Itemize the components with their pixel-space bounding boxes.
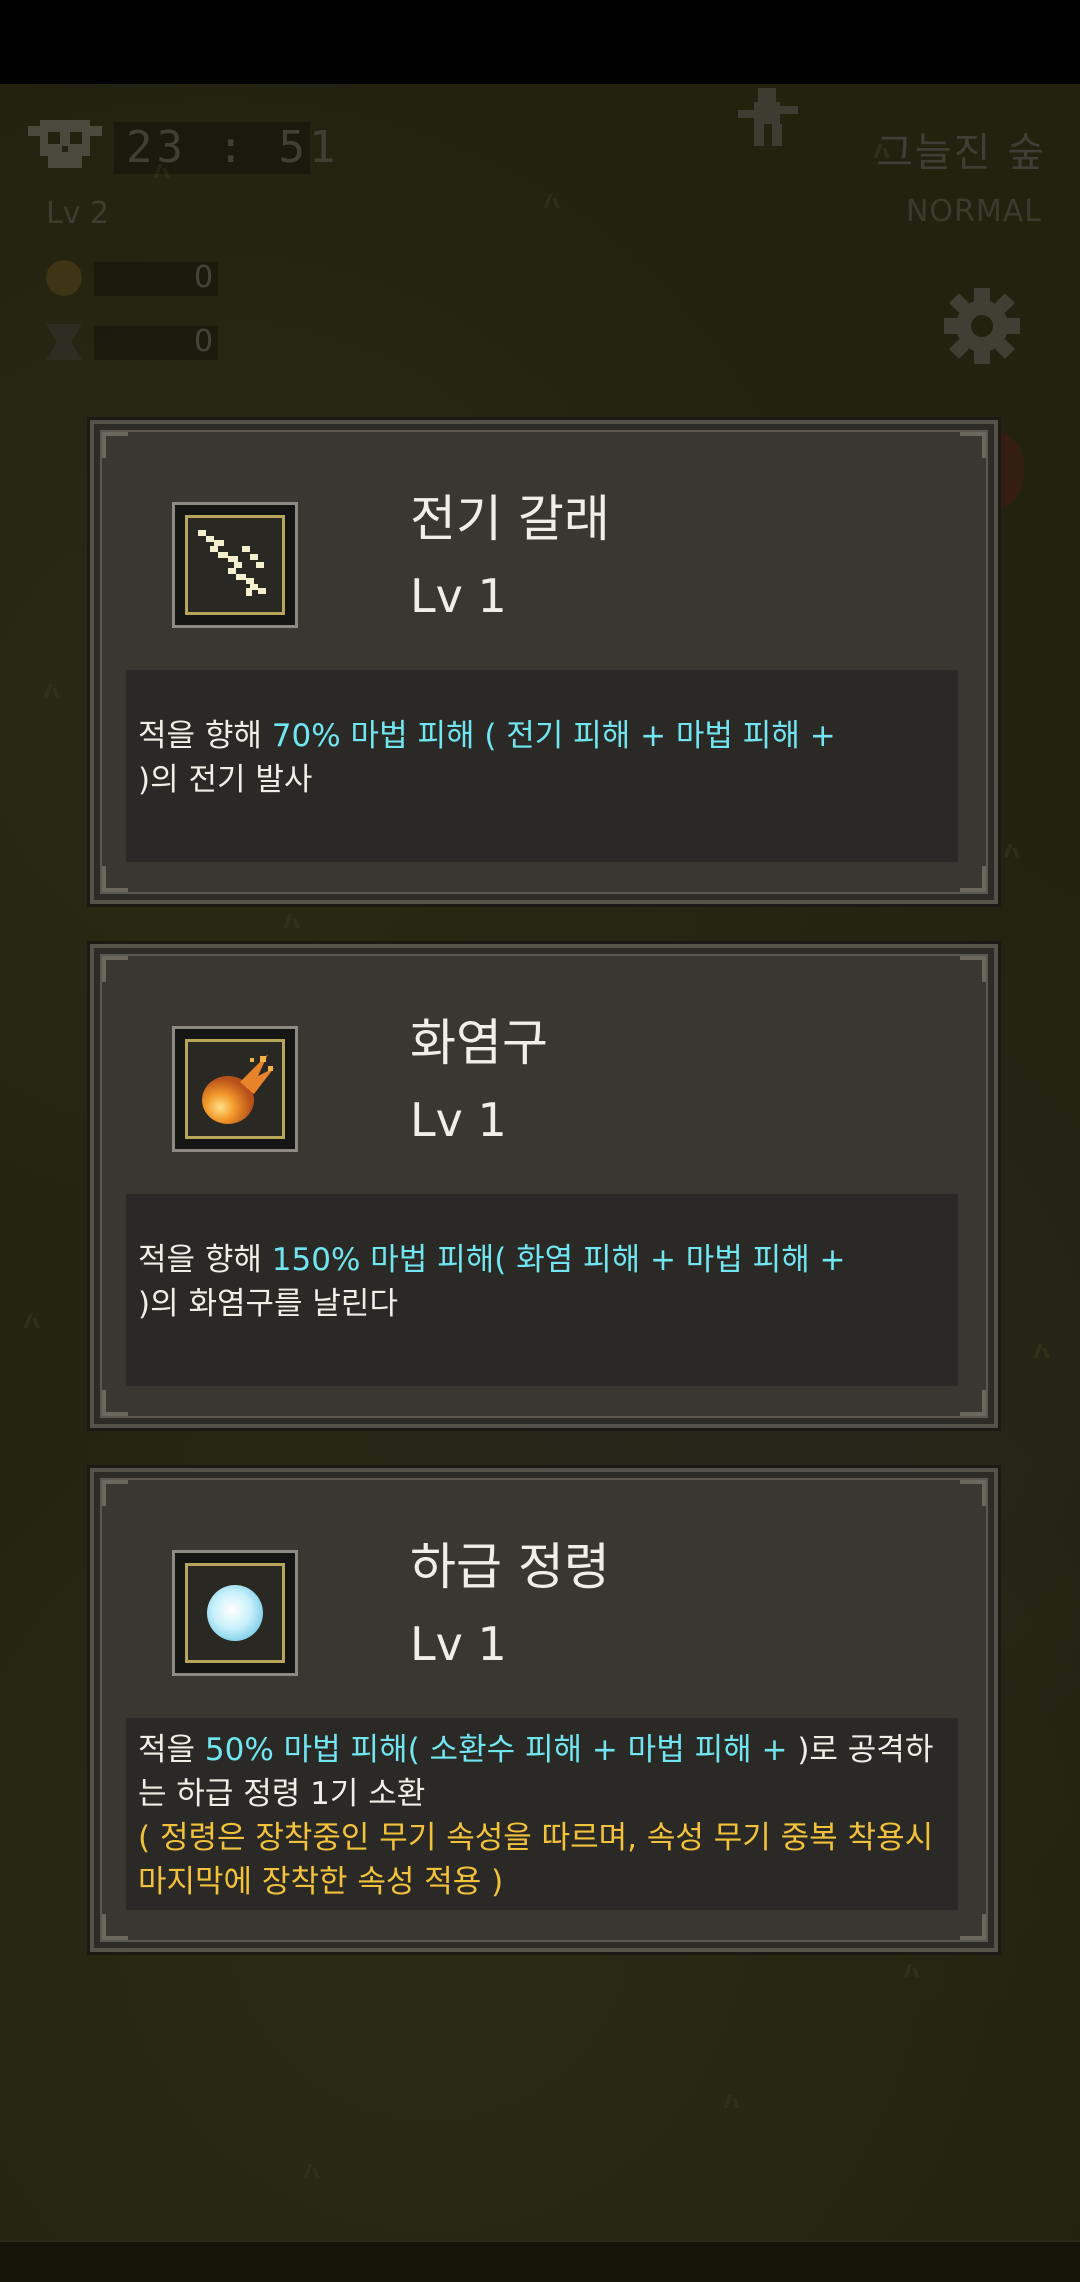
skill-card-lightning[interactable]: 전기 갈래 Lv 1 적을 향해 70% 마법 피해 ( 전기 피해 + 마법 … <box>90 420 998 904</box>
gear-icon[interactable] <box>942 286 1022 366</box>
player-character <box>728 84 808 154</box>
stage-name: 그늘진 숲 <box>876 130 1046 176</box>
damage-highlight: 50% 마법 피해( 소환수 피해 + 마법 피해 + <box>204 1732 798 1768</box>
skull-icon <box>28 120 102 170</box>
lightning-icon <box>198 530 266 596</box>
fireball-icon <box>202 1054 274 1124</box>
spirit-orb-icon <box>207 1585 263 1641</box>
skill-level: Lv 1 <box>410 569 507 623</box>
navigation-bar <box>0 2240 1080 2282</box>
skill-card-lesser-spirit[interactable]: 하급 정령 Lv 1 적을 50% 마법 피해( 소환수 피해 + 마법 피해 … <box>90 1468 998 1952</box>
skill-icon-frame <box>172 502 298 628</box>
spirit-note: ( 정령은 장착중인 무기 속성을 따르며, 속성 무기 중복 착용시 마지막에… <box>138 1820 934 1900</box>
player-level: Lv 2 <box>46 196 110 231</box>
skill-icon-frame <box>172 1026 298 1152</box>
skill-name: 전기 갈래 <box>410 490 610 548</box>
coin-count: 0 <box>194 260 214 295</box>
skill-description: 적을 50% 마법 피해( 소환수 피해 + 마법 피해 + )로 공격하는 하… <box>126 1718 958 1910</box>
coin-icon <box>46 260 82 296</box>
skill-description: 적을 향해 150% 마법 피해( 화염 피해 + 마법 피해 + )의 화염구… <box>126 1194 958 1386</box>
skill-name: 화염구 <box>410 1014 548 1072</box>
difficulty-label: NORMAL <box>905 194 1042 229</box>
skill-card-fireball[interactable]: 화염구 Lv 1 적을 향해 150% 마법 피해( 화염 피해 + 마법 피해… <box>90 944 998 1428</box>
damage-highlight: 150% 마법 피해( 화염 피해 + 마법 피해 + <box>271 1242 846 1278</box>
skill-level: Lv 1 <box>410 1617 507 1671</box>
gem-count: 0 <box>194 324 214 359</box>
skill-description: 적을 향해 70% 마법 피해 ( 전기 피해 + 마법 피해 + )의 전기 … <box>126 670 958 862</box>
damage-highlight: 70% 마법 피해 ( 전기 피해 + 마법 피해 + <box>271 718 836 754</box>
skill-level: Lv 1 <box>410 1093 507 1147</box>
system-status-bar <box>0 0 1080 84</box>
survival-timer: 23 : 51 <box>126 122 340 173</box>
skill-icon-frame <box>172 1550 298 1676</box>
skill-name: 하급 정령 <box>410 1538 610 1596</box>
